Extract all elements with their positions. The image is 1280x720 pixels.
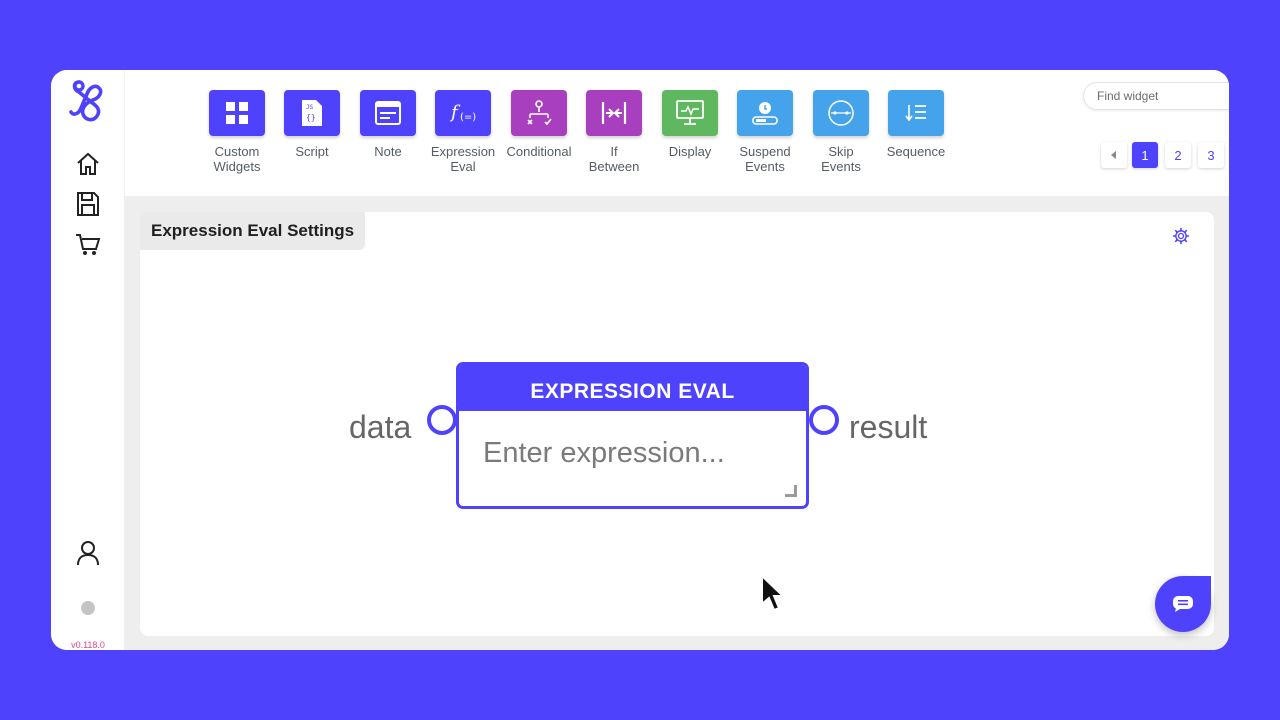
version-label: v0.118.0 bbox=[71, 640, 105, 650]
output-port-label: result bbox=[849, 409, 928, 445]
resize-handle[interactable] bbox=[785, 485, 797, 497]
expression-input[interactable] bbox=[459, 411, 806, 506]
prev-page-button[interactable] bbox=[1101, 142, 1127, 168]
widget-label: Conditional bbox=[506, 144, 572, 159]
input-port-label: data bbox=[349, 409, 412, 445]
branch-icon bbox=[511, 90, 567, 136]
widget-label: Note bbox=[374, 144, 402, 159]
sidebar: v0.118.0 bbox=[51, 70, 125, 650]
widget-conditional[interactable]: Conditional bbox=[504, 90, 574, 159]
widget-display[interactable]: Display bbox=[655, 90, 725, 159]
input-port[interactable] bbox=[427, 405, 457, 435]
page-1-button[interactable]: 1 bbox=[1132, 142, 1158, 168]
widget-label: Expression Eval bbox=[430, 144, 496, 174]
panel-title: Expression Eval Settings bbox=[140, 212, 366, 250]
svg-text:{}: {} bbox=[306, 113, 316, 122]
widget-expression-eval[interactable]: f (=) Expression Eval bbox=[428, 90, 498, 174]
app-logo[interactable] bbox=[67, 78, 107, 126]
monitor-icon bbox=[662, 90, 718, 136]
expression-eval-node[interactable]: EXPRESSION EVAL bbox=[456, 362, 809, 509]
widget-label: Sequence bbox=[886, 144, 946, 159]
sequence-icon bbox=[888, 90, 944, 136]
widget-toolbar: Custom Widgets JS {} Script Note f (=) Exp… bbox=[125, 70, 1229, 196]
node-title: EXPRESSION EVAL bbox=[459, 365, 806, 411]
page-3-button[interactable]: 3 bbox=[1198, 142, 1224, 168]
widget-suspend-events[interactable]: Suspend Events bbox=[730, 90, 800, 174]
widget-sequence[interactable]: Sequence bbox=[881, 90, 951, 159]
gear-icon[interactable] bbox=[1172, 227, 1190, 245]
connection-status-dot bbox=[81, 601, 95, 615]
user-icon[interactable] bbox=[74, 539, 102, 567]
node-body bbox=[459, 411, 806, 506]
widget-label: If Between bbox=[588, 144, 640, 174]
page-2-button[interactable]: 2 bbox=[1165, 142, 1191, 168]
script-icon: JS {} bbox=[284, 90, 340, 136]
widget-label: Display bbox=[668, 144, 712, 159]
app-window: v0.118.0 Custom Widgets JS {} Script Note… bbox=[51, 70, 1229, 650]
caret-left-icon bbox=[1111, 151, 1116, 159]
widget-script[interactable]: JS {} Script bbox=[277, 90, 347, 159]
cart-icon[interactable] bbox=[74, 231, 102, 259]
output-port[interactable] bbox=[809, 405, 839, 435]
timer-icon bbox=[737, 90, 793, 136]
widget-skip-events[interactable]: Skip Events bbox=[806, 90, 876, 174]
settings-panel: Expression Eval Settings data EXPRESSION… bbox=[140, 212, 1214, 636]
chat-icon bbox=[1173, 596, 1193, 612]
between-icon bbox=[586, 90, 642, 136]
widget-label: Script bbox=[295, 144, 329, 159]
skip-icon bbox=[813, 90, 869, 136]
widget-label: Skip Events bbox=[821, 144, 861, 174]
note-icon bbox=[360, 90, 416, 136]
widget-label: Custom Widgets bbox=[213, 144, 261, 174]
function-icon: f (=) bbox=[435, 90, 491, 136]
widget-note[interactable]: Note bbox=[353, 90, 423, 159]
canvas-area: Expression Eval Settings data EXPRESSION… bbox=[125, 196, 1229, 650]
widget-if-between[interactable]: If Between bbox=[579, 90, 649, 174]
widget-label: Suspend Events bbox=[739, 144, 791, 174]
svg-text:JS: JS bbox=[306, 104, 314, 111]
svg-text:(=): (=) bbox=[460, 112, 476, 123]
widget-search bbox=[1083, 82, 1229, 110]
widget-search-input[interactable] bbox=[1084, 83, 1229, 109]
save-icon[interactable] bbox=[74, 190, 102, 218]
grid-icon bbox=[209, 90, 265, 136]
widget-custom-widgets[interactable]: Custom Widgets bbox=[202, 90, 272, 174]
home-icon[interactable] bbox=[74, 150, 102, 178]
chat-button[interactable] bbox=[1155, 576, 1211, 632]
mouse-cursor-icon bbox=[760, 573, 786, 619]
